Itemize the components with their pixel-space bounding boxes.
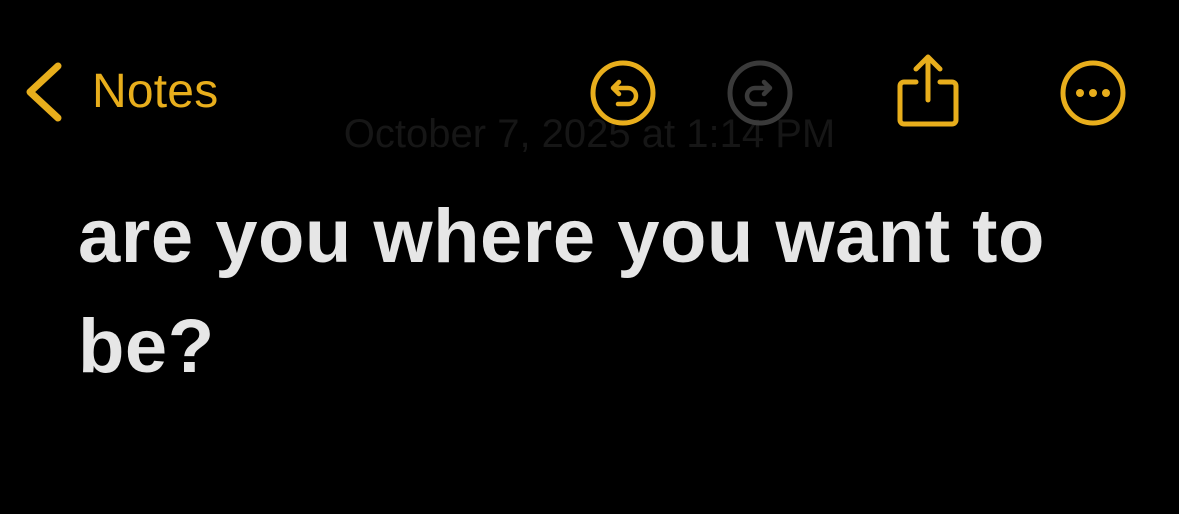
chevron-left-icon [26,62,62,122]
share-button[interactable] [894,52,962,130]
undo-icon [590,60,656,126]
note-body-text[interactable]: are you where you want to be? [78,182,1138,402]
redo-icon [727,60,793,126]
navigation-bar: Notes [0,0,1179,180]
more-button[interactable] [1058,58,1128,128]
undo-button[interactable] [588,58,658,128]
back-button-label: Notes [92,65,219,118]
redo-button[interactable] [725,58,795,128]
share-icon [897,54,959,127]
back-button[interactable]: Notes [22,56,218,128]
ellipsis-circle-icon [1060,60,1126,126]
